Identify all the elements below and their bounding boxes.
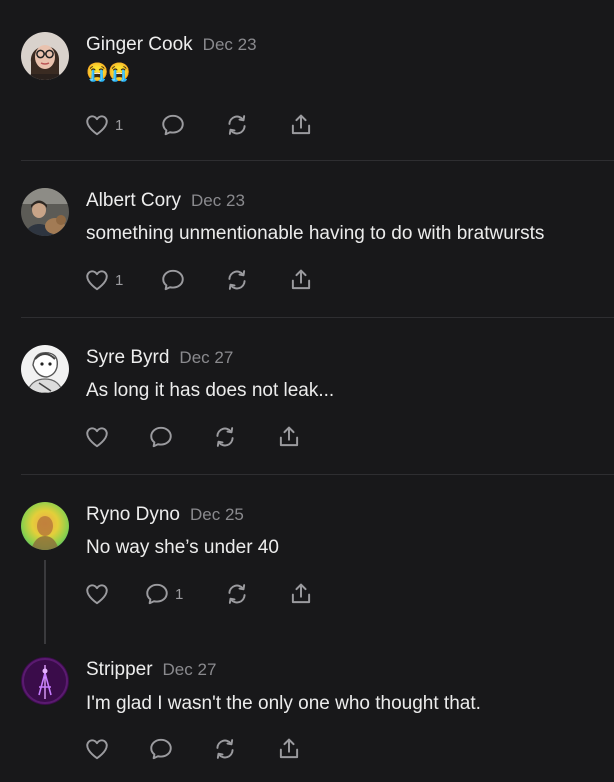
share-button[interactable] — [276, 423, 302, 451]
thread-line — [44, 560, 46, 644]
restack-button[interactable] — [224, 266, 250, 294]
comment-text: I'm glad I wasn't the only one who thoug… — [86, 693, 481, 714]
like-count: 1 — [115, 116, 124, 134]
restack-button[interactable] — [212, 735, 238, 763]
speech-bubble-icon — [144, 581, 170, 607]
author-name[interactable]: Syre Byrd — [86, 347, 169, 368]
author-name[interactable]: Ginger Cook — [86, 34, 193, 55]
comment-date[interactable]: Dec 23 — [191, 191, 245, 210]
divider — [21, 317, 614, 318]
avatar[interactable] — [21, 32, 69, 80]
woman-glasses-avatar-icon — [21, 32, 69, 80]
speech-bubble-icon — [148, 736, 174, 762]
share-button[interactable] — [288, 111, 314, 139]
comment-header: Stripper Dec 27 — [86, 659, 216, 681]
restack-icon — [224, 267, 250, 293]
avatar[interactable] — [21, 345, 69, 393]
restack-button[interactable] — [224, 111, 250, 139]
comment-header: Albert Cory Dec 23 — [86, 190, 245, 212]
avatar[interactable] — [21, 188, 69, 236]
divider — [21, 474, 614, 475]
share-icon — [288, 112, 314, 138]
comment-text: As long it has does not leak... — [86, 380, 335, 401]
purple-neon-avatar-icon — [21, 657, 69, 705]
comment-text: 😭😭 — [86, 62, 131, 82]
speech-bubble-icon — [160, 267, 186, 293]
bw-portrait-avatar-icon — [21, 345, 69, 393]
like-button[interactable]: 1 — [84, 111, 123, 139]
comment-text: something unmentionable having to do wit… — [86, 223, 545, 244]
like-button[interactable] — [84, 580, 115, 608]
restack-icon — [224, 581, 250, 607]
share-icon — [288, 581, 314, 607]
man-with-dog-avatar-icon — [21, 188, 69, 236]
reply-button[interactable]: 1 — [144, 580, 183, 608]
reply-count: 1 — [175, 585, 184, 603]
divider — [21, 160, 614, 161]
comment-header: Ryno Dyno Dec 25 — [86, 504, 244, 526]
restack-icon — [212, 424, 238, 450]
heart-icon — [84, 267, 110, 293]
comment-date[interactable]: Dec 27 — [163, 660, 217, 679]
heart-icon — [84, 424, 110, 450]
restack-icon — [212, 736, 238, 762]
speech-bubble-icon — [160, 112, 186, 138]
speech-bubble-icon — [148, 424, 174, 450]
like-button[interactable] — [84, 735, 115, 763]
reply-button[interactable] — [148, 423, 174, 451]
author-name[interactable]: Ryno Dyno — [86, 504, 180, 525]
heart-icon — [84, 736, 110, 762]
comment-header: Ginger Cook Dec 23 — [86, 34, 257, 56]
avatar[interactable] — [21, 657, 69, 705]
comment-date[interactable]: Dec 27 — [179, 348, 233, 367]
restack-button[interactable] — [212, 423, 238, 451]
share-button[interactable] — [276, 735, 302, 763]
avatar[interactable] — [21, 502, 69, 550]
share-icon — [276, 736, 302, 762]
reply-button[interactable] — [160, 111, 186, 139]
author-name[interactable]: Stripper — [86, 659, 153, 680]
comment-date[interactable]: Dec 23 — [203, 35, 257, 54]
restack-icon — [224, 112, 250, 138]
share-button[interactable] — [288, 266, 314, 294]
restack-button[interactable] — [224, 580, 250, 608]
heart-icon — [84, 112, 110, 138]
comment-date[interactable]: Dec 25 — [190, 505, 244, 524]
share-icon — [288, 267, 314, 293]
share-icon — [276, 424, 302, 450]
heart-icon — [84, 581, 110, 607]
reply-button[interactable] — [160, 266, 186, 294]
reply-button[interactable] — [148, 735, 174, 763]
like-button[interactable] — [84, 423, 115, 451]
share-button[interactable] — [288, 580, 314, 608]
gradient-portrait-avatar-icon — [21, 502, 69, 550]
author-name[interactable]: Albert Cory — [86, 190, 181, 211]
like-count: 1 — [115, 271, 124, 289]
comment-text: No way she’s under 40 — [86, 537, 279, 558]
like-button[interactable]: 1 — [84, 266, 123, 294]
comment-header: Syre Byrd Dec 27 — [86, 347, 233, 369]
